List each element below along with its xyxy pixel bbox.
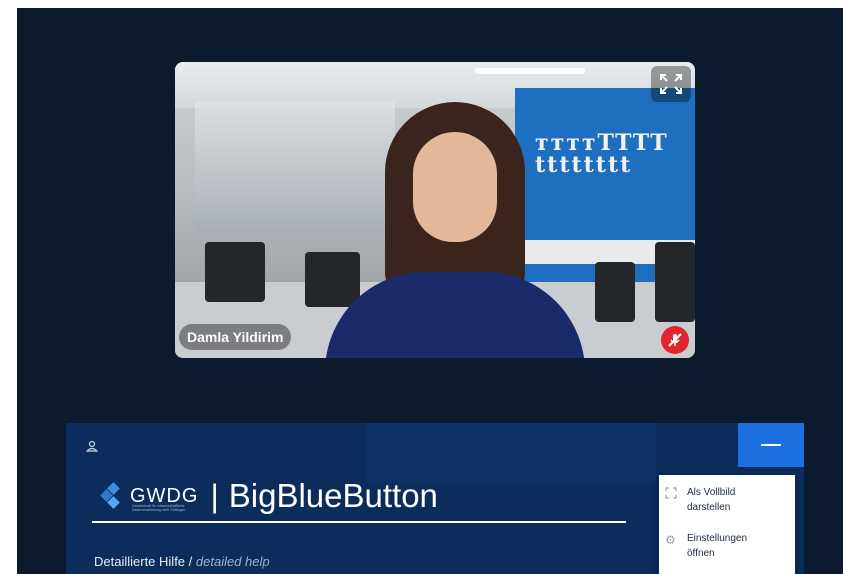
- mic-muted-icon: [661, 326, 689, 354]
- menu-item-label: Als Vollbild darstellen: [687, 487, 736, 513]
- user-icon[interactable]: [85, 439, 99, 457]
- options-dropdown-menu: Als Vollbild darstellen ⚙ Einstellungen …: [659, 475, 795, 574]
- menu-item-fullscreen[interactable]: Als Vollbild darstellen: [665, 485, 777, 515]
- gear-icon: ⚙: [665, 533, 676, 547]
- menu-item-label: Einstellungen öffnen: [687, 533, 748, 559]
- gwdg-subtext: Gesellschaft für wissenschaftliche Daten…: [132, 504, 186, 512]
- help-link[interactable]: Detaillierte Hilfe / detailed help: [94, 554, 270, 569]
- help-label: Detaillierte Hilfe: [94, 554, 186, 569]
- minimize-button[interactable]: [738, 423, 804, 467]
- gwdg-logo: GWDG Gesellschaft für wissenschaftliche …: [100, 477, 438, 515]
- fullscreen-icon: [665, 487, 679, 501]
- help-label-en: detailed help: [195, 554, 270, 569]
- help-slash: /: [185, 554, 196, 569]
- gwdg-logo-mark: [100, 482, 126, 509]
- product-title: BigBlueButton: [228, 477, 438, 514]
- menu-item-settings[interactable]: ⚙ Einstellungen öffnen: [665, 531, 777, 561]
- title-underline: [92, 521, 626, 523]
- minus-icon: [761, 444, 781, 446]
- webcam-video-tile[interactable]: ᴛᴛᴛᴛTTTT tttttttt Damla Yildirim: [175, 62, 695, 358]
- participant-face: [413, 132, 497, 242]
- participant-name-tag: Damla Yildirim: [179, 324, 292, 350]
- fullscreen-expand-icon[interactable]: [651, 66, 691, 102]
- wall-decoration: ᴛᴛᴛᴛTTTT tttttttt: [535, 130, 669, 178]
